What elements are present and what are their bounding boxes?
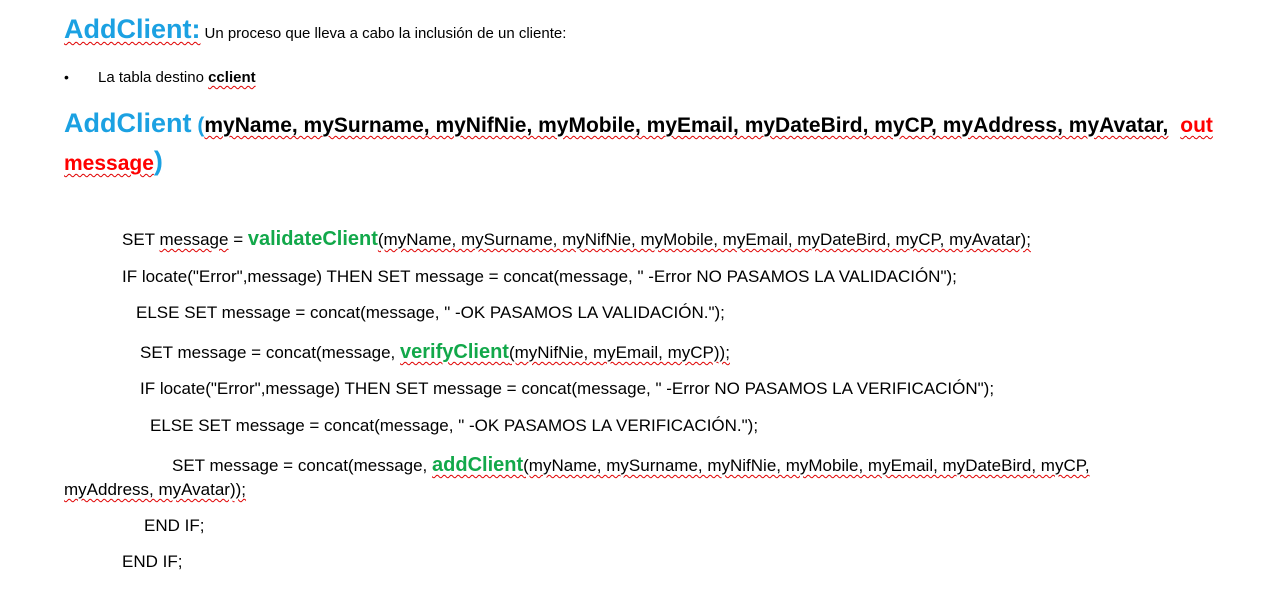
procedure-name: AddClient — [64, 108, 192, 138]
code-line-4: SET message = concat(message, verifyClie… — [140, 341, 730, 364]
code-line-6-text: ELSE SET message = concat(message, " -OK… — [150, 416, 759, 435]
out-param: message — [64, 152, 154, 175]
code-line-1-var: message — [159, 230, 229, 249]
code-line-9: END IF; — [144, 516, 204, 536]
heading-title: AddClient: — [64, 14, 201, 44]
heading-description: Un proceso que lleva a cabo la inclusión… — [204, 25, 567, 42]
procedure-signature-line-2: message) — [64, 146, 163, 177]
code-line-1-keyword: SET — [122, 230, 160, 249]
code-line-7-args: (myName, mySurname, myNifNie, myMobile, … — [523, 456, 1090, 475]
code-line-3-text: ELSE SET message = concat(message, " -OK… — [136, 303, 725, 322]
table-name: cclient — [208, 69, 256, 86]
code-line-7: SET message = concat(message, addClient(… — [172, 454, 1090, 477]
out-keyword: out — [1180, 114, 1213, 137]
bullet-item: • La tabla destino cclient — [64, 69, 256, 86]
bullet-icon: • — [64, 69, 69, 85]
add-client-fn: addClient — [432, 454, 524, 476]
code-line-4-pre: SET message = concat(message, — [140, 343, 401, 362]
code-line-2: IF locate("Error",message) THEN SET mess… — [122, 267, 957, 287]
code-line-5: IF locate("Error",message) THEN SET mess… — [140, 379, 994, 399]
code-line-1: SET message = validateClient(myName, myS… — [122, 228, 1031, 251]
code-line-3: ELSE SET message = concat(message, " -OK… — [136, 303, 725, 323]
code-line-8-text: myAddress, myAvatar)); — [64, 480, 247, 499]
signature-close-paren: ) — [153, 146, 163, 176]
procedure-signature-line-1: AddClient (myName, mySurname, myNifNie, … — [64, 108, 1213, 139]
document-heading: AddClient: Un proceso que lleva a cabo la… — [64, 14, 566, 45]
code-line-8: myAddress, myAvatar)); — [64, 480, 246, 500]
code-line-5-text: IF locate("Error",message) THEN SET mess… — [140, 379, 995, 398]
signature-params: myName, mySurname, myNifNie, myMobile, m… — [204, 114, 1169, 137]
code-line-1-eq: = — [228, 230, 248, 249]
code-line-10-text: END IF; — [122, 552, 183, 571]
code-line-9-text: END IF; — [144, 516, 205, 535]
code-line-1-args: (myName, mySurname, myNifNie, myMobile, … — [377, 230, 1031, 249]
verify-client-fn: verifyClient — [400, 341, 509, 363]
code-line-7-pre: SET message = concat(message, — [172, 456, 433, 475]
code-line-10: END IF; — [122, 552, 182, 572]
validate-client-fn: validateClient — [247, 228, 378, 250]
code-line-2-text: IF locate("Error",message) THEN SET mess… — [122, 267, 957, 286]
code-line-6: ELSE SET message = concat(message, " -OK… — [150, 416, 758, 436]
bullet-text: La tabla destino — [98, 69, 209, 86]
code-line-4-args: (myNifNie, myEmail, myCP)); — [508, 343, 730, 362]
